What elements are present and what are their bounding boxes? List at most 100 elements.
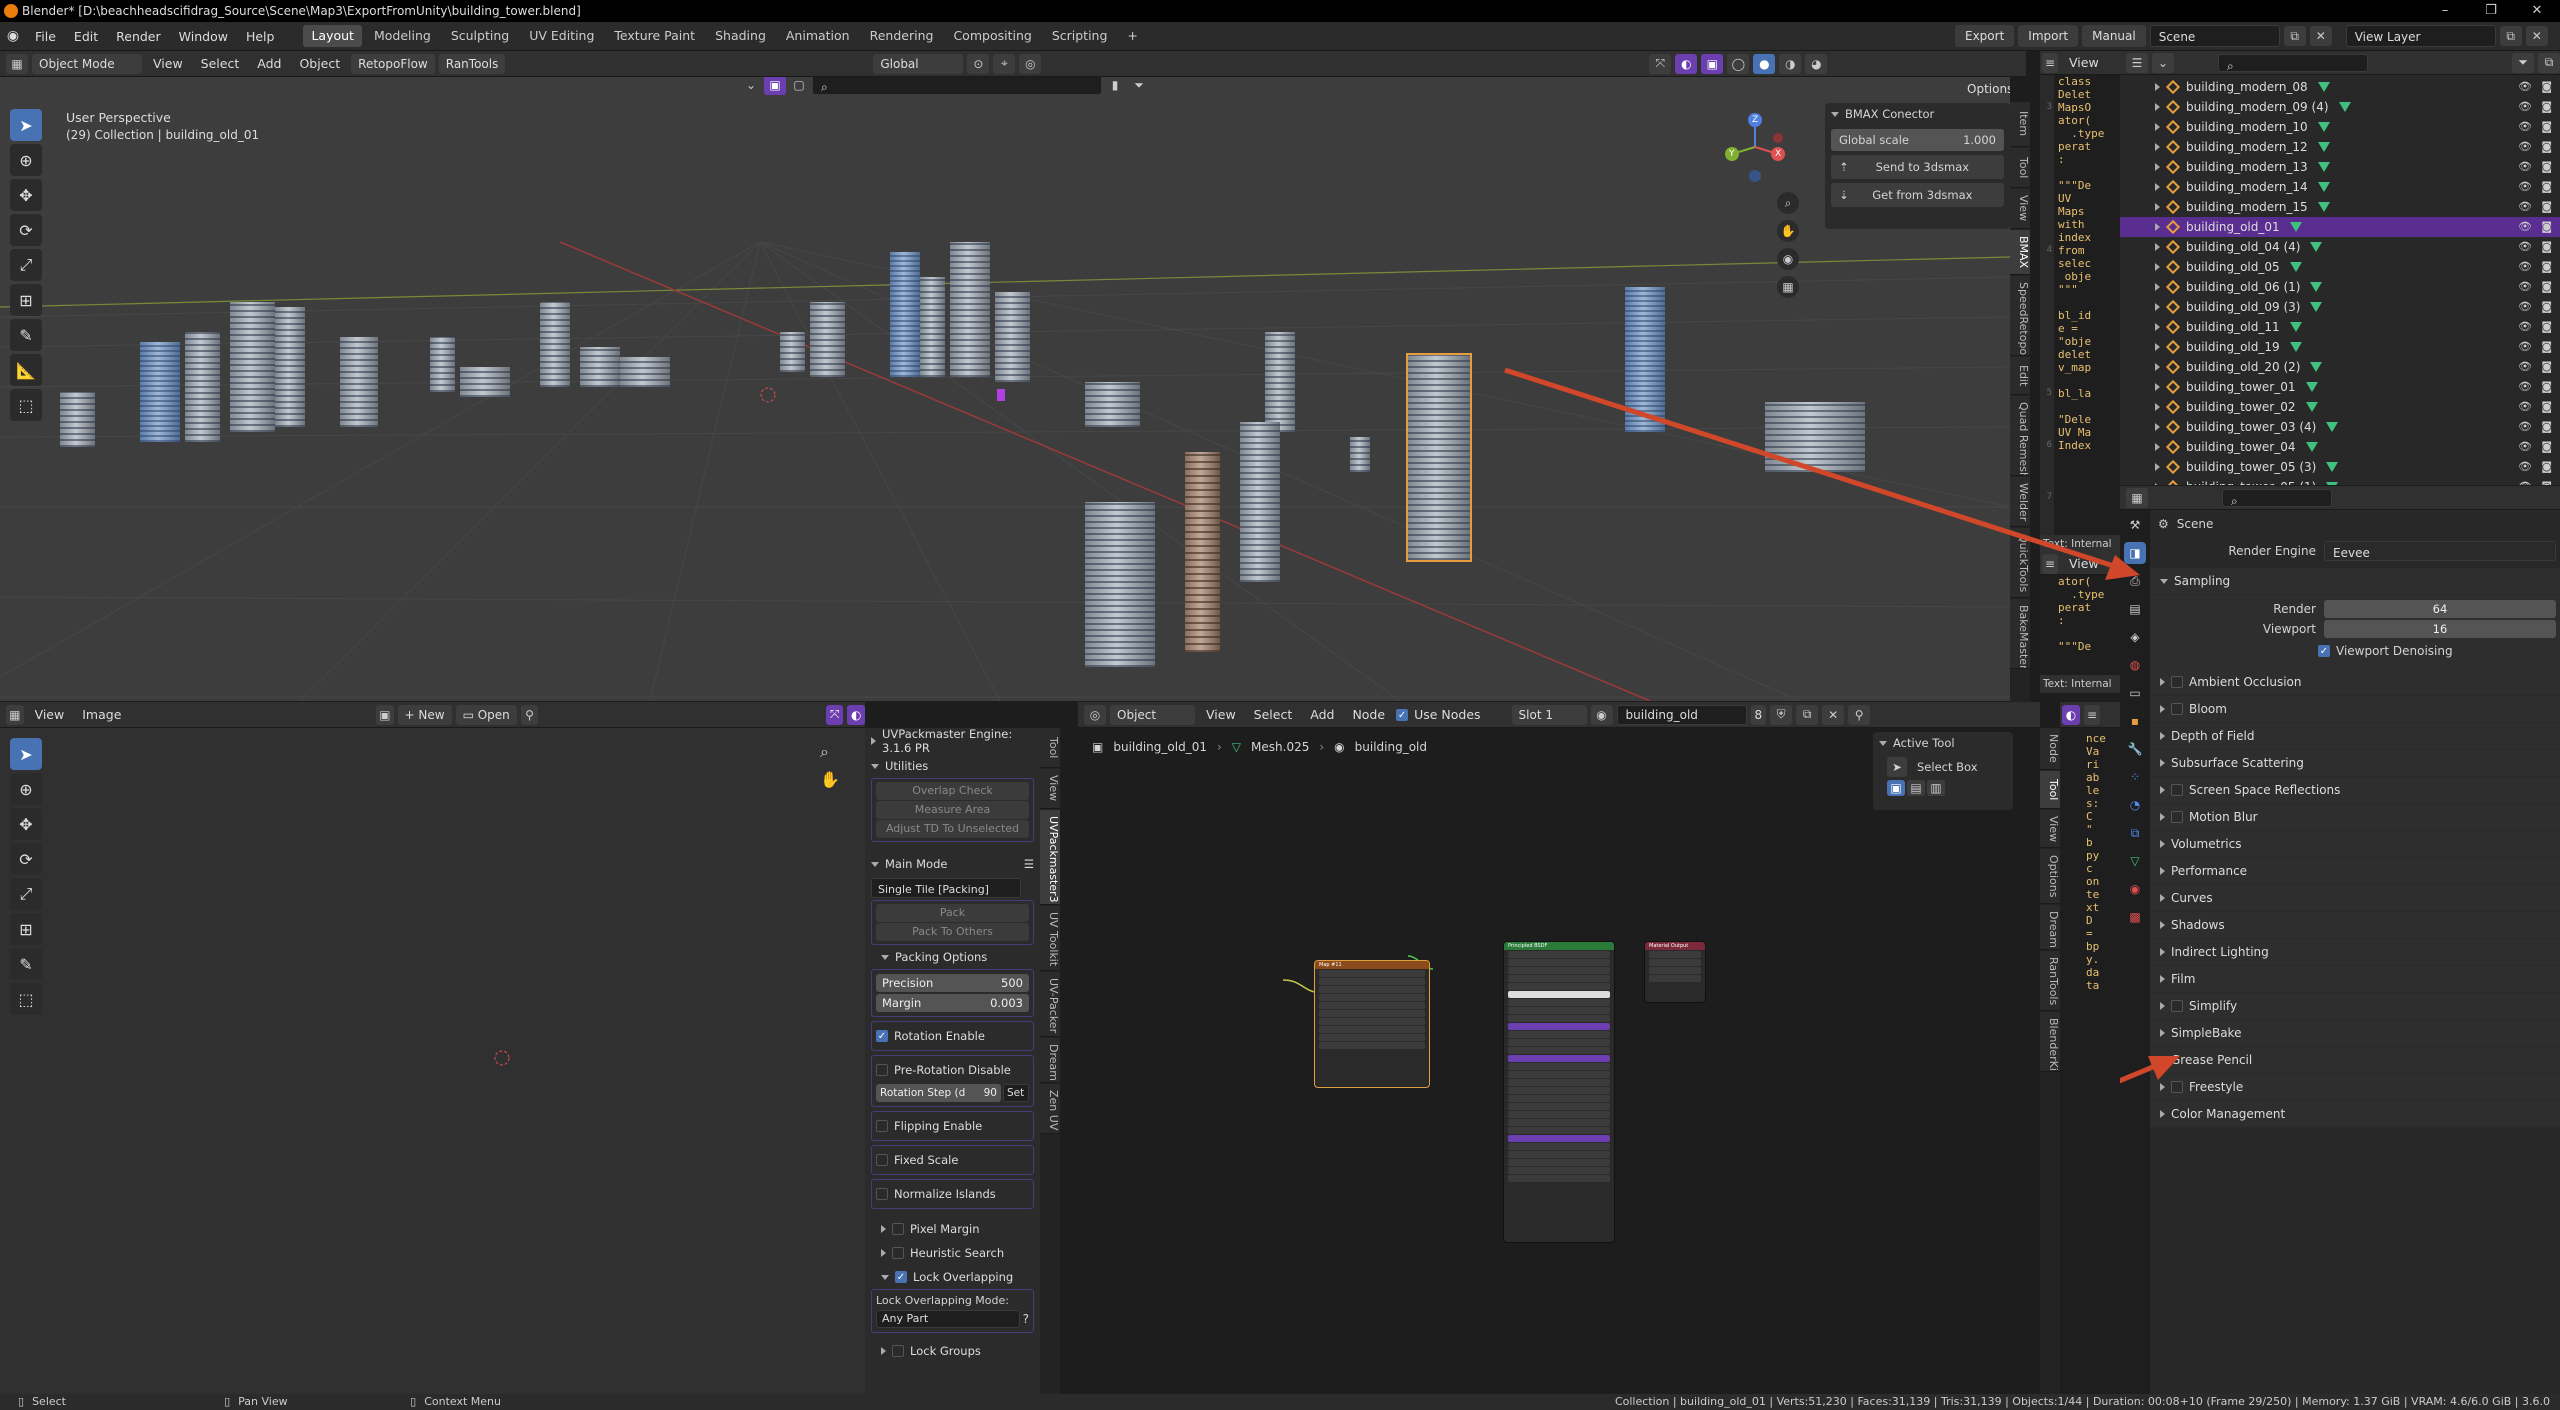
building-mesh[interactable] <box>1185 452 1220 652</box>
selected-building-old-01[interactable] <box>1406 353 1472 562</box>
texture-tab-icon[interactable]: ▩ <box>2124 906 2146 928</box>
outliner-row[interactable]: building_tower_04 👁 ◙ <box>2120 437 2560 457</box>
building-mesh[interactable] <box>780 332 805 372</box>
expand-icon[interactable] <box>2155 463 2160 471</box>
gizmo-toggle-icon[interactable]: ⤧ <box>1649 53 1672 74</box>
panel-header[interactable]: Freestyle <box>2150 1074 2560 1101</box>
rotation-enable-row[interactable]: ✓ Rotation Enable <box>876 1024 1029 1048</box>
render-camera-icon[interactable]: ◙ <box>2541 137 2552 157</box>
tab-bmax[interactable]: BMAX <box>2010 230 2030 275</box>
shading-solid-icon[interactable]: ● <box>1753 53 1776 74</box>
expand-icon[interactable] <box>2155 223 2160 231</box>
visibility-eye-icon[interactable]: 👁 <box>2518 457 2532 477</box>
building-mesh[interactable] <box>430 337 455 392</box>
view-layer-selector[interactable]: View Layer <box>2345 25 2496 47</box>
tab-quad-remesh[interactable]: Quad Remesh <box>2010 396 2030 476</box>
delete-view-layer-icon[interactable]: ✕ <box>2525 26 2548 46</box>
tab-layout[interactable]: Layout <box>303 25 362 47</box>
constraints-tab-icon[interactable]: ⧉ <box>2124 822 2146 844</box>
outliner-row[interactable]: building_tower_03 (4) 👁 ◙ <box>2120 417 2560 437</box>
uv-tab-view[interactable]: View <box>1040 769 1060 809</box>
image-browse-icon[interactable]: ▣ <box>375 704 394 725</box>
render-camera-icon[interactable]: ◙ <box>2541 337 2552 357</box>
node-pin-icon[interactable]: ⚲ <box>1848 704 1871 725</box>
material-name-field[interactable]: building_old <box>1616 704 1747 725</box>
node-editor-type-icon[interactable]: ◎ <box>1084 704 1106 725</box>
outliner-row[interactable]: building_old_09 (3) 👁 ◙ <box>2120 297 2560 317</box>
panel-enable-checkbox[interactable] <box>2171 784 2183 796</box>
lock-overlapping-checkbox[interactable]: ✓ <box>895 1271 907 1283</box>
pin-icon[interactable]: ⚲ <box>520 704 539 725</box>
filter-icon[interactable]: ⌄ <box>740 77 762 95</box>
snap-icon[interactable]: ⌖ <box>993 53 1016 74</box>
building-mesh[interactable] <box>1085 502 1155 667</box>
tab-animation[interactable]: Animation <box>778 25 858 47</box>
tab-edit[interactable]: Edit <box>2010 357 2030 395</box>
expand-icon[interactable] <box>2155 323 2160 331</box>
visibility-eye-icon[interactable]: 👁 <box>2518 417 2532 437</box>
building-mesh[interactable] <box>1240 422 1280 582</box>
text-editor[interactable]: ≡ View 34567 class Delet MapsO ator( .type p… <box>2040 51 2120 701</box>
render-engine-selector[interactable]: Eevee <box>2324 541 2556 561</box>
select-mode-icon[interactable]: ▣ <box>764 77 786 95</box>
visibility-eye-icon[interactable]: 👁 <box>2518 177 2532 197</box>
panel-header[interactable]: Screen Space Reflections <box>2150 777 2560 804</box>
render-camera-icon[interactable]: ◙ <box>2541 197 2552 217</box>
margin-field[interactable]: Margin 0.003 <box>876 994 1029 1012</box>
menu-window[interactable]: Window <box>170 22 237 51</box>
scene-tab-icon[interactable]: ◈ <box>2124 626 2146 648</box>
code-text-2[interactable]: ator( .type perat: """De <box>2040 575 2120 675</box>
transform-tool-icon[interactable]: ⊞ <box>10 284 42 316</box>
outliner-row[interactable]: building_old_19 👁 ◙ <box>2120 337 2560 357</box>
image-overlay-icon[interactable]: ◐ <box>847 704 865 725</box>
panel-header[interactable]: Simplify <box>2150 993 2560 1020</box>
shading-render-icon[interactable]: ◕ <box>1805 53 1828 74</box>
render-camera-icon[interactable]: ◙ <box>2541 177 2552 197</box>
heuristic-row[interactable]: Heuristic Search <box>865 1241 1040 1265</box>
rotate-tool-icon[interactable]: ⟳ <box>10 214 42 246</box>
fake-user-icon[interactable]: ⛨ <box>1770 704 1793 725</box>
uv-grab-tool-icon[interactable]: ⬚ <box>10 983 42 1015</box>
viewport-menu-object[interactable]: Object <box>292 56 347 71</box>
panel-header[interactable]: Ambient Occlusion <box>2150 669 2560 696</box>
rotation-set-dropdown[interactable]: Set <box>1003 1084 1029 1102</box>
visibility-eye-icon[interactable]: 👁 <box>2518 137 2532 157</box>
panel-header[interactable]: Film <box>2150 966 2560 993</box>
use-nodes-checkbox[interactable]: ✓ <box>1396 708 1409 721</box>
image-editor-canvas[interactable]: ➤ ⊕ ✥ ⟳ ⤢ ⊞ ✎ ⬚ ⌕ ✋ <box>0 728 865 1394</box>
blender-menu-icon[interactable]: ◉ <box>0 22 26 51</box>
node-tab-options[interactable]: Options <box>2040 849 2060 904</box>
uv-select-tool-icon[interactable]: ➤ <box>10 738 42 770</box>
text-editor-3[interactable]: ◐ ≡ nce Va ri ab le s: C " b py c on te xt D = bp y. da ta <box>2060 702 2120 1394</box>
uv-tab-uv-packer[interactable]: UV-Packer <box>1040 972 1060 1037</box>
uv-rotate-tool-icon[interactable]: ⟳ <box>10 843 42 875</box>
uv-scale-tool-icon[interactable]: ⤢ <box>10 878 42 910</box>
bookmark-icon[interactable]: ▮ <box>1104 77 1126 95</box>
outliner-row[interactable]: building_old_06 (1) 👁 ◙ <box>2120 277 2560 297</box>
uv-tab-uv-toolkit[interactable]: UV Toolkit <box>1040 906 1060 971</box>
new-image-button[interactable]: + New <box>397 704 452 725</box>
panel-enable-checkbox[interactable] <box>2171 1081 2183 1093</box>
fixed-scale-checkbox[interactable] <box>876 1154 888 1166</box>
tab-bakemaster[interactable]: BakeMaster <box>2010 599 2030 669</box>
menu-help[interactable]: Help <box>237 22 284 51</box>
render-camera-icon[interactable]: ◙ <box>2541 377 2552 397</box>
select-tool-icon[interactable]: ➤ <box>10 109 42 141</box>
tab-rendering[interactable]: Rendering <box>862 25 942 47</box>
panel-header[interactable]: Volumetrics <box>2150 831 2560 858</box>
options-button[interactable]: Options <box>1960 79 2010 99</box>
normalize-checkbox[interactable] <box>876 1188 888 1200</box>
maximize-button[interactable]: ❐ <box>2468 0 2514 22</box>
tab-welder[interactable]: Welder <box>2010 477 2030 527</box>
image-zoom-icon[interactable]: ⌕ <box>820 742 829 762</box>
building-mesh[interactable] <box>1085 382 1140 427</box>
outliner-row[interactable]: building_tower_05 (3) 👁 ◙ <box>2120 457 2560 477</box>
select-mode-subtract-icon[interactable]: ▥ <box>1927 780 1945 796</box>
building-mesh[interactable] <box>1625 287 1665 432</box>
expand-icon[interactable] <box>2155 263 2160 271</box>
expand-icon[interactable] <box>2155 483 2160 485</box>
node-tab-dream[interactable]: Dream <box>2040 905 2060 950</box>
lock-overlapping-row[interactable]: ✓ Lock Overlapping <box>865 1265 1040 1289</box>
image-menu-image[interactable]: Image <box>75 707 128 722</box>
panel-header[interactable]: SimpleBake <box>2150 1020 2560 1047</box>
